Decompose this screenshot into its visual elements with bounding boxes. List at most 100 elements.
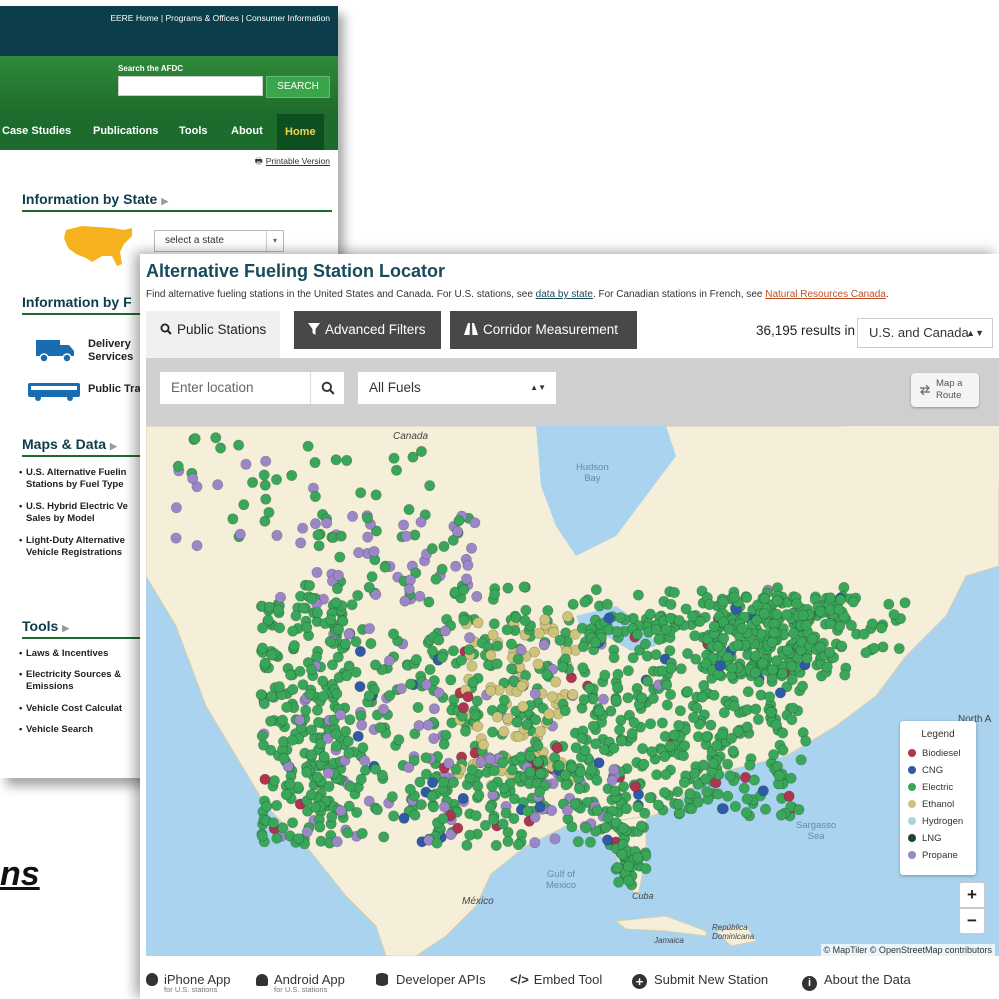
station-dot[interactable] [603, 612, 615, 624]
station-dot[interactable] [535, 767, 547, 779]
station-dot[interactable] [403, 504, 415, 516]
station-dot[interactable] [212, 479, 224, 491]
station-dot[interactable] [471, 590, 483, 602]
station-dot[interactable] [738, 782, 750, 794]
station-dot[interactable] [448, 777, 460, 789]
nav-home[interactable]: Home [277, 114, 324, 150]
station-dot[interactable] [428, 703, 440, 715]
station-dot[interactable] [876, 622, 888, 634]
station-dot[interactable] [586, 764, 598, 776]
station-dot[interactable] [445, 674, 457, 686]
station-dot[interactable] [688, 712, 700, 724]
station-dot[interactable] [771, 655, 783, 667]
station-dot[interactable] [273, 681, 285, 693]
station-dot[interactable] [689, 630, 701, 642]
station-dot[interactable] [341, 454, 353, 466]
tab-public-stations[interactable]: Public Stations [146, 311, 280, 359]
station-dot[interactable] [674, 705, 686, 717]
station-dot[interactable] [488, 765, 500, 777]
station-dot[interactable] [609, 785, 621, 797]
station-dot[interactable] [293, 833, 305, 845]
station-dot[interactable] [438, 738, 450, 750]
station-dot[interactable] [317, 690, 329, 702]
station-dot[interactable] [256, 830, 268, 842]
station-dot[interactable] [573, 783, 585, 795]
station-dot[interactable] [287, 625, 299, 637]
station-dot[interactable] [191, 540, 203, 552]
station-dot[interactable] [583, 682, 595, 694]
tab-advanced-filters[interactable]: Advanced Filters [294, 311, 441, 349]
station-dot[interactable] [277, 822, 289, 834]
station-dot[interactable] [692, 796, 704, 808]
station-dot[interactable] [653, 633, 665, 645]
station-dot[interactable] [501, 624, 513, 636]
station-dot[interactable] [458, 614, 470, 626]
station-dot[interactable] [306, 664, 318, 676]
station-dot[interactable] [447, 645, 459, 657]
station-dot[interactable] [487, 726, 499, 738]
station-dot[interactable] [341, 670, 353, 682]
station-dot[interactable] [659, 787, 671, 799]
nav-about[interactable]: About [231, 125, 263, 137]
station-dot[interactable] [741, 721, 753, 733]
station-dot[interactable] [723, 623, 735, 635]
station-dot[interactable] [771, 595, 783, 607]
station-dot[interactable] [371, 804, 383, 816]
station-dot[interactable] [421, 679, 433, 691]
station-dot[interactable] [388, 628, 400, 640]
station-dot[interactable] [834, 620, 846, 632]
station-dot[interactable] [491, 658, 503, 670]
station-dot[interactable] [452, 822, 464, 834]
station-dot[interactable] [330, 454, 342, 466]
station-dot[interactable] [759, 593, 771, 605]
station-dot[interactable] [690, 653, 702, 665]
station-dot[interactable] [591, 774, 603, 786]
station-dot[interactable] [472, 720, 484, 732]
station-dot[interactable] [562, 611, 574, 623]
station-dot[interactable] [645, 718, 657, 730]
station-dot[interactable] [584, 836, 596, 848]
station-dot[interactable] [294, 714, 306, 726]
station-dot[interactable] [424, 480, 436, 492]
station-dot[interactable] [637, 743, 649, 755]
station-dot[interactable] [407, 451, 419, 463]
station-dot[interactable] [466, 764, 478, 776]
station-dot[interactable] [550, 676, 562, 688]
station-dot[interactable] [560, 779, 572, 791]
station-dot[interactable] [543, 708, 555, 720]
station-dot[interactable] [461, 839, 473, 851]
station-dot[interactable] [388, 452, 400, 464]
station-dot[interactable] [398, 812, 410, 824]
station-dot[interactable] [524, 766, 536, 778]
station-dot[interactable] [622, 665, 634, 677]
station-dot[interactable] [312, 529, 324, 541]
station-dot[interactable] [606, 774, 618, 786]
station-dot[interactable] [363, 690, 375, 702]
station-dot[interactable] [413, 720, 425, 732]
station-dot[interactable] [736, 622, 748, 634]
station-dot[interactable] [766, 636, 778, 648]
station-dot[interactable] [340, 725, 352, 737]
station-dot[interactable] [578, 694, 590, 706]
station-dot[interactable] [611, 861, 623, 873]
station-dot[interactable] [698, 679, 710, 691]
station-dot[interactable] [797, 609, 809, 621]
station-dot[interactable] [597, 693, 609, 705]
station-dot[interactable] [313, 540, 325, 552]
station-dot[interactable] [439, 625, 451, 637]
station-dot[interactable] [427, 801, 439, 813]
station-dot[interactable] [257, 739, 269, 751]
station-dot[interactable] [437, 813, 449, 825]
station-dot[interactable] [567, 598, 579, 610]
station-dot[interactable] [267, 817, 279, 829]
station-dot[interactable] [280, 789, 292, 801]
station-dot[interactable] [701, 730, 713, 742]
station-dot[interactable] [343, 660, 355, 672]
station-dot[interactable] [488, 618, 500, 630]
station-dot[interactable] [631, 628, 643, 640]
station-dot[interactable] [374, 722, 386, 734]
station-dot[interactable] [888, 609, 900, 621]
station-dot[interactable] [368, 546, 380, 558]
icon-item-public-transit[interactable]: Public Tra [88, 383, 141, 396]
station-dot[interactable] [712, 641, 724, 653]
